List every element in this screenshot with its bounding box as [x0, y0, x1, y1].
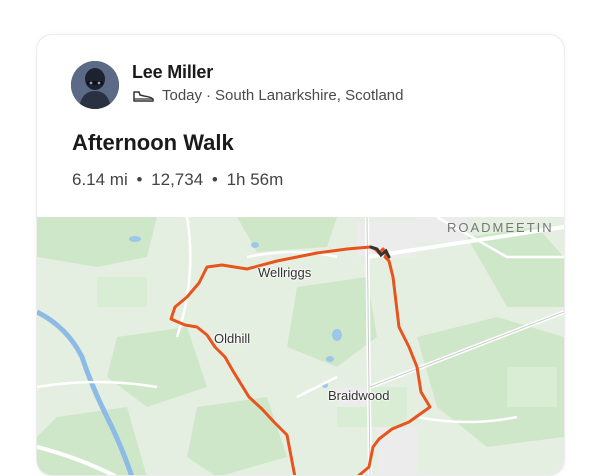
- map-label-oldhill: Oldhill: [214, 331, 251, 346]
- stat-duration: 1h 56m: [226, 170, 284, 189]
- stat-bullet-2: •: [211, 170, 218, 189]
- avatar[interactable]: [71, 61, 119, 109]
- stat-bullet-1: •: [136, 170, 143, 189]
- stat-steps: 12,734: [151, 170, 204, 189]
- activity-card[interactable]: Lee Miller Today · South Lanarkshire, Sc…: [36, 34, 565, 476]
- route-map[interactable]: Wellriggs Oldhill Braidwood ROADMEETIN: [37, 217, 564, 475]
- activity-location: South Lanarkshire, Scotland: [215, 87, 404, 104]
- activity-date: Today: [162, 87, 203, 104]
- shoe-icon: [132, 88, 156, 104]
- meta-separator: ·: [206, 87, 212, 104]
- activity-meta: Today · South Lanarkshire, Scotland: [132, 87, 403, 104]
- athlete-name[interactable]: Lee Miller: [132, 62, 213, 83]
- map-label-road: ROADMEETIN: [447, 220, 554, 235]
- avatar-image: [71, 61, 119, 109]
- map-label-braidwood: Braidwood: [328, 388, 390, 403]
- map-canvas: [37, 217, 564, 475]
- stat-distance: 6.14 mi: [72, 170, 128, 189]
- activity-stats: 6.14 mi • 12,734 • 1h 56m: [72, 170, 283, 190]
- map-label-wellriggs: Wellriggs: [258, 265, 312, 280]
- activity-title[interactable]: Afternoon Walk: [72, 130, 234, 156]
